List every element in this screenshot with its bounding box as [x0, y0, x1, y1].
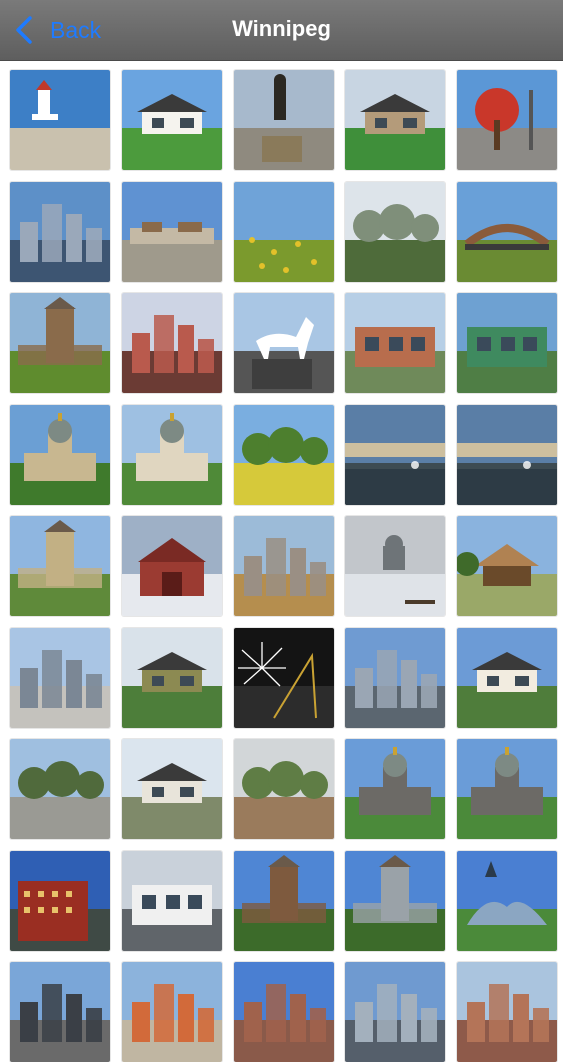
photo-image: [345, 70, 446, 170]
photo-image: [457, 516, 557, 616]
photo-thumbnail[interactable]: [121, 181, 222, 282]
photo-thumbnail[interactable]: [233, 404, 334, 505]
photo-image: [345, 739, 446, 839]
photo-thumbnail[interactable]: [345, 739, 446, 839]
photo-image: [345, 293, 446, 393]
photo-thumbnail[interactable]: [345, 181, 446, 282]
photo-image: [10, 516, 110, 616]
photo-thumbnail[interactable]: [345, 627, 446, 728]
photo-image: [121, 181, 222, 282]
photo-image: [457, 627, 557, 728]
photo-image: [121, 404, 222, 505]
photo-image: [233, 739, 334, 839]
photo-thumbnail[interactable]: [345, 404, 446, 505]
photo-image: [457, 181, 557, 282]
photo-thumbnail[interactable]: [457, 627, 557, 728]
photo-thumbnail[interactable]: [10, 293, 110, 393]
photo-image: [233, 293, 334, 393]
photo-thumbnail[interactable]: [121, 739, 222, 839]
photo-image: [121, 739, 222, 839]
photo-thumbnail[interactable]: [233, 293, 334, 393]
photo-image: [345, 962, 446, 1062]
photo-image: [10, 404, 110, 505]
photo-image: [10, 293, 110, 393]
photo-thumbnail[interactable]: [121, 293, 222, 393]
photo-image: [457, 404, 557, 505]
photo-image: [233, 962, 334, 1062]
photo-image: [10, 181, 110, 282]
photo-thumbnail[interactable]: [345, 516, 446, 616]
photo-image: [121, 516, 222, 616]
photo-thumbnail[interactable]: [10, 516, 110, 616]
page-title: Winnipeg: [232, 16, 331, 41]
photo-thumbnail[interactable]: [457, 404, 557, 505]
photo-image: [121, 627, 222, 728]
photo-image: [10, 739, 110, 839]
photo-image: [233, 627, 334, 728]
photo-thumbnail[interactable]: [457, 739, 557, 839]
photo-thumbnail[interactable]: [457, 293, 557, 393]
photo-thumbnail[interactable]: [121, 850, 222, 951]
photo-thumbnail[interactable]: [10, 962, 110, 1062]
photo-image: [457, 962, 557, 1062]
photo-thumbnail[interactable]: [457, 516, 557, 616]
photo-image: [233, 850, 334, 951]
photo-image: [345, 516, 446, 616]
photo-thumbnail[interactable]: [457, 181, 557, 282]
photo-thumbnail[interactable]: [233, 70, 334, 170]
photo-image: [233, 70, 334, 170]
photo-thumbnail[interactable]: [10, 70, 110, 170]
photo-image: [10, 850, 110, 951]
photo-thumbnail[interactable]: [457, 70, 557, 170]
photo-thumbnail[interactable]: [233, 181, 334, 282]
photo-thumbnail[interactable]: [121, 627, 222, 728]
photo-image: [233, 404, 334, 505]
photo-image: [457, 850, 557, 951]
photo-thumbnail[interactable]: [121, 404, 222, 505]
photo-thumbnail[interactable]: [233, 850, 334, 951]
photo-thumbnail[interactable]: [121, 516, 222, 616]
photo-thumbnail[interactable]: [10, 739, 110, 839]
photo-thumbnail[interactable]: [457, 850, 557, 951]
photo-thumbnail[interactable]: [10, 181, 110, 282]
photo-image: [121, 70, 222, 170]
photo-thumbnail[interactable]: [345, 962, 446, 1062]
photo-thumbnail[interactable]: [345, 293, 446, 393]
photo-thumbnail[interactable]: [10, 627, 110, 728]
navigation-bar: Back Winnipeg: [0, 0, 563, 61]
photo-thumbnail[interactable]: [233, 516, 334, 616]
photo-image: [345, 181, 446, 282]
photo-thumbnail[interactable]: [121, 70, 222, 170]
photo-thumbnail[interactable]: [233, 739, 334, 839]
photo-image: [457, 739, 557, 839]
photo-thumbnail[interactable]: [10, 850, 110, 951]
photo-thumbnail[interactable]: [457, 962, 557, 1062]
photo-image: [233, 181, 334, 282]
photo-image: [345, 404, 446, 505]
photo-image: [457, 70, 557, 170]
photo-thumbnail[interactable]: [233, 962, 334, 1062]
photo-image: [345, 627, 446, 728]
photo-thumbnail[interactable]: [10, 404, 110, 505]
photo-image: [121, 293, 222, 393]
photo-thumbnail[interactable]: [345, 850, 446, 951]
photo-thumbnail[interactable]: [233, 627, 334, 728]
photo-image: [10, 627, 110, 728]
photo-thumbnail[interactable]: [345, 70, 446, 170]
photo-image: [10, 962, 110, 1062]
photo-image: [233, 516, 334, 616]
photo-image: [345, 850, 446, 951]
photo-thumbnail[interactable]: [121, 962, 222, 1062]
photo-image: [121, 850, 222, 951]
photo-image: [121, 962, 222, 1062]
photo-image: [10, 70, 110, 170]
photo-image: [457, 293, 557, 393]
